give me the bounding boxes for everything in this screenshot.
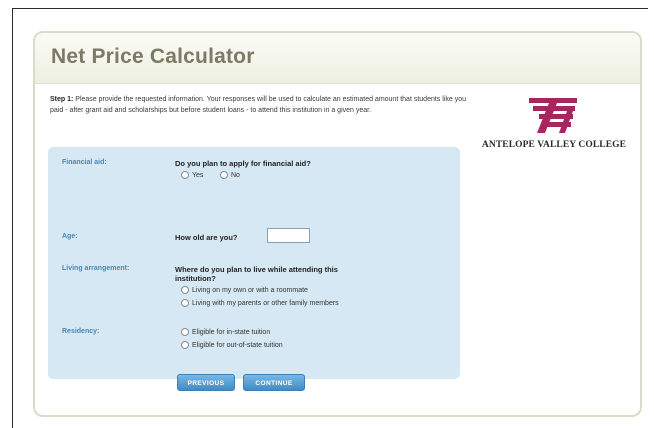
age-label: Age: [62,233,78,240]
radio-outstate[interactable] [181,341,189,349]
residency-label: Residency: [62,328,100,335]
age-input[interactable] [267,228,310,243]
outstate-label: Eligible for out-of-state tuition [192,341,283,349]
age-question: How old are you? [175,233,238,242]
previous-button[interactable]: PREVIOUS [177,374,235,391]
living-own-label: Living on my own or with a roommate [192,286,308,294]
option-yes-label: Yes [192,171,204,179]
residency-instate-option[interactable]: Eligible for in-state tuition [181,328,270,336]
residency-outstate-option[interactable]: Eligible for out-of-state tuition [181,341,283,349]
radio-yes[interactable] [181,171,189,179]
living-parents-option[interactable]: Living with my parents or other family m… [181,299,339,307]
intro-body: Please provide the requested information… [50,96,466,114]
radio-living-own[interactable] [181,286,189,294]
financial-aid-label: Financial aid: [62,159,107,166]
form-panel: Financial aid: Do you plan to apply for … [48,147,460,391]
instate-label: Eligible for in-state tuition [192,328,271,336]
living-question-line1: Where do you plan to live while attendin… [175,265,338,274]
financial-aid-yes[interactable]: Yes [181,171,203,179]
living-parents-label: Living with my parents or other family m… [192,299,339,307]
calculator-card: Net Price Calculator Step 1: Please prov… [33,31,642,417]
living-own-option[interactable]: Living on my own or with a roommate [181,286,308,294]
option-no-label: No [231,171,240,179]
step-label: Step 1: [50,96,74,103]
college-name: ANTELOPE VALLEY COLLEGE [481,140,627,150]
radio-no[interactable] [220,171,228,179]
continue-button[interactable]: CONTINUE [243,374,305,391]
page-title: Net Price Calculator [51,45,255,68]
living-arrangement-label: Living arrangement: [62,265,130,272]
intro-text: Step 1: Please provide the requested inf… [50,95,480,116]
card-header: Net Price Calculator [35,33,640,84]
radio-living-parents[interactable] [181,299,189,307]
financial-aid-no[interactable]: No [220,171,240,179]
radio-instate[interactable] [181,328,189,336]
living-question-line2: institution? [175,274,216,283]
financial-aid-question: Do you plan to apply for financial aid? [175,159,311,168]
